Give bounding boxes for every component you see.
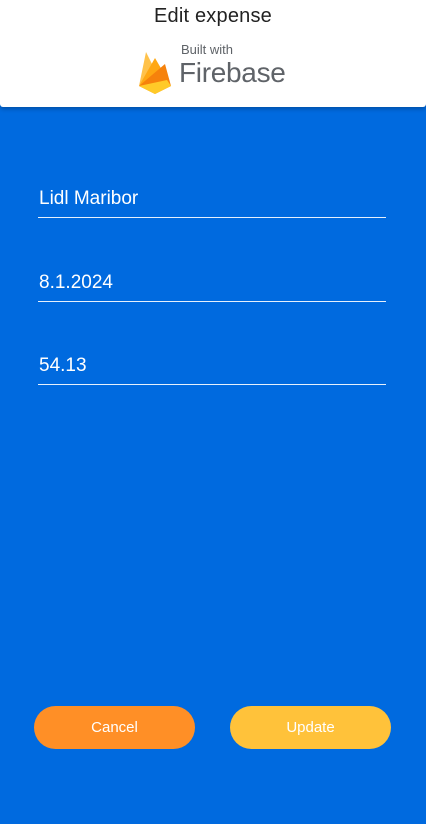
page-title: Edit expense bbox=[153, 5, 273, 27]
cancel-button[interactable]: Cancel bbox=[34, 706, 195, 749]
expense-amount-field[interactable] bbox=[38, 348, 386, 385]
expense-amount-input[interactable] bbox=[38, 348, 386, 384]
expense-date-field[interactable] bbox=[38, 265, 386, 302]
expense-date-input[interactable] bbox=[38, 265, 386, 301]
firebase-flame-icon bbox=[139, 52, 171, 94]
built-with-firebase-badge: Built with Firebase bbox=[137, 40, 297, 98]
built-with-label: Built with bbox=[181, 42, 234, 57]
update-button[interactable]: Update bbox=[230, 706, 391, 749]
expense-name-input[interactable] bbox=[38, 181, 386, 217]
app-header: Edit expense Built with Firebase bbox=[0, 0, 426, 107]
firebase-label: Firebase bbox=[179, 57, 286, 88]
expense-name-field[interactable] bbox=[38, 181, 386, 218]
